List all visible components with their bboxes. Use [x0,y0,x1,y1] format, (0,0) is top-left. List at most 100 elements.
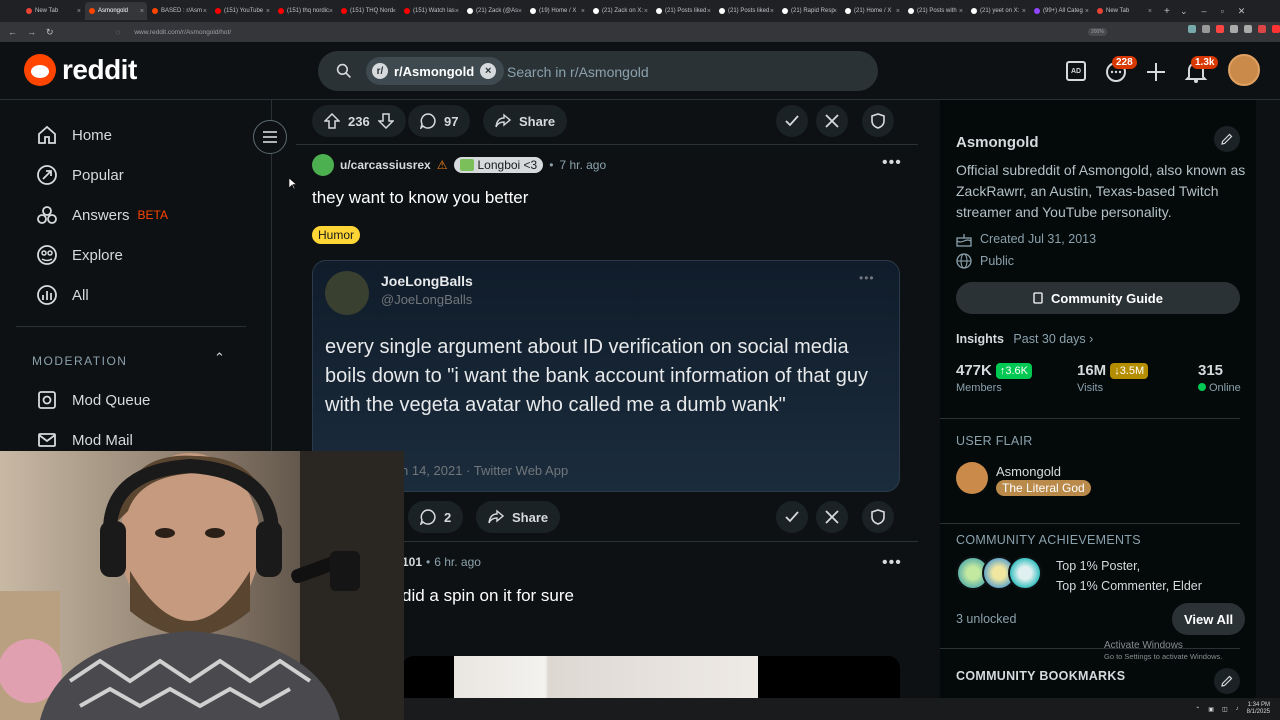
browser-tab[interactable]: (21) Zack on X: × [589,2,651,20]
browser-tab[interactable]: (21) Posts liked × [715,2,777,20]
tab-close-icon[interactable]: × [392,8,396,15]
extension-icon[interactable] [1258,25,1266,33]
post-author[interactable]: u/carcassiusrex [340,158,431,172]
tab-close-icon[interactable]: × [518,8,522,15]
moderation-heading[interactable]: MODERATION [32,354,127,368]
extension-icon[interactable] [1272,25,1280,33]
chevron-up-icon[interactable]: ⌃ [214,350,225,366]
extension-icon[interactable] [1230,25,1238,33]
tab-close-icon[interactable]: × [1148,8,1152,15]
reddit-logo[interactable]: reddit [24,54,137,86]
browser-tab[interactable]: (21) Posts liked × [652,2,714,20]
edit-community-button[interactable] [1214,126,1240,152]
browser-tab[interactable]: (151) thq nordic × [274,2,336,20]
tab-close-icon[interactable]: × [455,8,459,15]
sidebar-item-answers[interactable]: Answers BETA [36,204,168,226]
sidebar-item-mod-queue[interactable]: Mod Queue [36,389,150,411]
network-icon[interactable]: ◫ [1222,706,1228,713]
view-all-button[interactable]: View All [1172,603,1246,635]
sidebar-item-mod-mail[interactable]: Mod Mail [36,429,133,451]
forward-button[interactable]: → [27,27,36,38]
sidebar-item-home[interactable]: Home [36,124,112,146]
tab-close-icon[interactable]: × [77,8,81,15]
extension-icon[interactable] [1188,25,1196,33]
create-post-icon[interactable] [1145,61,1167,83]
mod-shield-button[interactable] [862,105,894,137]
downvote-icon[interactable] [377,113,394,129]
sidebar-item-explore[interactable]: Explore [36,244,123,266]
shield-icon[interactable]: ◌ [116,28,121,37]
user-avatar[interactable] [1228,54,1260,86]
volume-icon[interactable]: ♪ [1236,706,1239,712]
browser-tab[interactable]: (99+) All Categ × [1030,2,1092,20]
upvote-icon[interactable] [324,113,340,129]
back-button[interactable]: ← [8,27,17,38]
comments-button[interactable]: 97 [408,105,471,137]
search-input[interactable]: Search in r/Asmongold [507,64,649,80]
tab-close-icon[interactable]: × [644,8,648,15]
sidebar-item-popular[interactable]: Popular [36,164,124,186]
tab-close-icon[interactable]: × [203,8,207,15]
mod-shield-button[interactable] [862,501,894,533]
browser-tab[interactable]: (21) yeet on X: × [967,2,1029,20]
tab-close-icon[interactable]: × [770,8,774,15]
tab-close-icon[interactable]: × [896,8,900,15]
remove-button[interactable] [816,105,848,137]
url-field[interactable]: www.reddit.com/r/Asmongold/hot/ [134,29,231,36]
comments-button[interactable]: 2 [408,501,464,533]
post-author[interactable]: 101 [402,555,422,569]
browser-tab[interactable]: (19) Home / X × [526,2,588,20]
ad-icon[interactable]: AD [1066,61,1086,81]
extension-icon[interactable] [1244,25,1252,33]
browser-tab[interactable]: New Tab × [22,2,84,20]
browser-tab[interactable]: (151) THQ Nord × [337,2,399,20]
more-options-icon[interactable]: ••• [882,154,902,172]
search-community-chip[interactable]: r/ r/Asmongold × [366,57,505,85]
sidebar-item-all[interactable]: All [36,284,89,306]
browser-tab[interactable]: (151) YouTube × [211,2,273,20]
browser-tab[interactable]: BASED : r/Asm × [148,2,210,20]
share-button[interactable]: Share [483,105,568,137]
user-flair-tag[interactable]: The Literal God [996,480,1091,496]
share-button[interactable]: Share [476,501,561,533]
insights-link[interactable]: Insights Past 30 days › [956,332,1093,346]
clear-chip-icon[interactable]: × [480,63,497,79]
achievement-badges[interactable] [956,556,1046,592]
minimize-button[interactable]: – [1202,6,1207,16]
tab-close-icon[interactable]: × [329,8,333,15]
tab-search-icon[interactable]: ⌄ [1180,6,1188,17]
tab-close-icon[interactable]: × [1022,8,1026,15]
tab-close-icon[interactable]: × [833,8,837,15]
approve-button[interactable] [776,105,808,137]
browser-tab[interactable]: (21) Rapid Resp × [778,2,840,20]
browser-tab[interactable]: (151) Watch las × [400,2,462,20]
tab-close-icon[interactable]: × [1085,8,1089,15]
tray-chevron-icon[interactable]: ⌃ [1195,706,1200,713]
browser-tab[interactable]: New Tab × [1093,2,1155,20]
browser-tab[interactable]: (21) Home / X × [841,2,903,20]
browser-tab[interactable]: Asmongold × [85,2,147,20]
community-guide-button[interactable]: Community Guide [956,282,1240,314]
tab-close-icon[interactable]: × [959,8,963,15]
new-tab-button[interactable]: + [1164,6,1170,17]
search-bar[interactable]: r/ r/Asmongold × Search in r/Asmongold [318,51,878,91]
clock[interactable]: 1:34 PM 8/1/2025 [1247,702,1270,716]
more-options-icon[interactable]: ••• [882,554,902,572]
browser-tab[interactable]: (21) Zack (@As × [463,2,525,20]
edit-bookmarks-button[interactable] [1214,668,1240,694]
tab-close-icon[interactable]: × [266,8,270,15]
author-avatar[interactable] [312,154,334,176]
post-title[interactable]: did a spin on it for sure [402,586,574,606]
tab-close-icon[interactable]: × [581,8,585,15]
tab-close-icon[interactable]: × [140,8,144,15]
remove-button[interactable] [816,501,848,533]
approve-button[interactable] [776,501,808,533]
browser-tab[interactable]: (21) Posts with × [904,2,966,20]
close-window-button[interactable]: ✕ [1238,6,1246,17]
post-flair[interactable]: Humor [312,226,361,244]
zoom-indicator[interactable]: 200% [1088,28,1107,36]
collapse-sidebar-button[interactable] [253,120,287,154]
maximize-button[interactable]: ▫ [1221,6,1224,16]
extension-icon[interactable] [1216,25,1224,33]
tab-close-icon[interactable]: × [707,8,711,15]
